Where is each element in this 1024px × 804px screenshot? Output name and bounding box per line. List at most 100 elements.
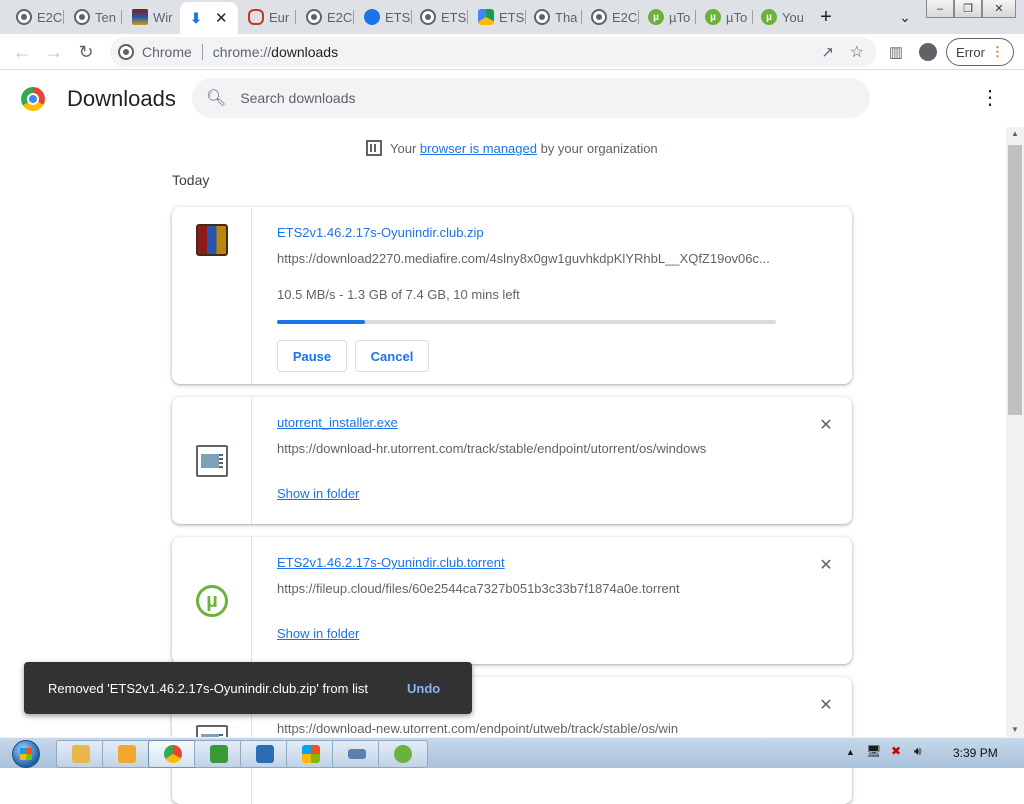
side-panel-icon[interactable]: ▥ [884,40,908,64]
download-url[interactable]: https://download2270.mediafire.com/4slny… [277,251,770,266]
download-url[interactable]: https://fileup.cloud/files/60e2544ca7327… [277,581,680,596]
remove-from-list-icon[interactable]: ✕ [818,555,834,575]
managed-link[interactable]: browser is managed [420,141,537,156]
taskbar-app[interactable] [286,740,336,768]
tab-label: Eur [269,9,290,25]
download-progress-bar [277,320,776,324]
download-filename[interactable]: ETS2v1.46.2.17s-Oyunindir.club.torrent [277,555,505,570]
tab-downloads[interactable]: ⬇ ✕ [180,2,238,34]
tab-7[interactable]: ETS [356,4,412,30]
search-placeholder: Search downloads [240,90,356,106]
tab-10[interactable]: Tha [526,4,582,30]
network-icon[interactable]: 🖥︎ [866,744,881,758]
tab-2[interactable]: Ten [66,4,122,30]
address-bar[interactable]: Chrome chrome://downloads ↗ ☆ [110,37,876,67]
tab-6[interactable]: E2C [298,4,354,30]
show-in-folder-link[interactable]: Show in folder [277,486,359,501]
volume-icon[interactable]: 🔊︎ [914,744,922,759]
tab-label: You [782,9,803,25]
scrollbar-thumb[interactable] [1008,145,1022,415]
share-icon[interactable]: ↗ [821,43,834,61]
download-url[interactable]: https://download-hr.utorrent.com/track/s… [277,441,706,456]
chrome-logo-icon [21,87,45,111]
tab-label: Wir [153,9,173,25]
forward-icon[interactable]: → [42,40,66,64]
globe-icon [591,9,607,25]
tray-expand-icon[interactable]: ▲ [846,747,855,757]
search-icon: 🔍︎ [206,90,227,107]
tab-14[interactable]: µ You [753,4,803,30]
eu-icon [248,9,264,25]
media-player-icon [118,745,136,763]
scroll-up-icon[interactable]: ▲ [1006,127,1024,141]
tab-label: ETS [441,9,467,25]
winrar-archive-icon [196,224,228,256]
start-button[interactable] [6,738,46,769]
tab-search-icon[interactable]: ⌄ [893,6,917,28]
page-scrollbar[interactable]: ▲ ▼ [1006,127,1024,737]
omnibox-url: chrome://downloads [212,44,339,60]
download-filename[interactable]: utorrent_installer.exe [277,415,398,430]
more-actions-icon[interactable]: ⋮ [980,88,1000,108]
utorrent-icon: µ [761,9,777,25]
taskbar-app[interactable] [240,740,290,768]
back-icon[interactable]: ← [10,40,34,64]
taskbar-app[interactable] [194,740,244,768]
downloads-header: Downloads 🔍︎ Search downloads ⋮ [0,71,1006,127]
new-tab-icon[interactable]: + [814,6,838,28]
taskbar-clock[interactable]: 3:39 PM [953,746,998,760]
tab-label: E2C [37,9,63,25]
tab-12[interactable]: µ µTo [640,4,696,30]
tab-9[interactable]: ETS [470,4,526,30]
tab-11[interactable]: E2C [583,4,639,30]
profile-avatar[interactable] [916,40,940,64]
section-date-label: Today [172,172,210,188]
scroll-down-icon[interactable]: ▼ [1006,723,1024,737]
tab-label: µTo [726,9,748,25]
chrome-page-icon [118,44,134,60]
keyboard-icon [348,749,366,759]
close-window-button[interactable]: ✕ [982,0,1016,18]
undo-button[interactable]: Undo [407,681,440,696]
show-in-folder-link[interactable]: Show in folder [277,626,359,641]
pause-button[interactable]: Pause [277,340,347,372]
action-center-icon[interactable]: ✖ [891,744,901,758]
tab-1[interactable]: E2C [8,4,64,30]
tab-13[interactable]: µ µTo [697,4,753,30]
app-green-icon [210,745,228,763]
taskbar-media-player[interactable] [102,740,152,768]
search-input[interactable]: 🔍︎ Search downloads [192,78,870,118]
close-tab-icon[interactable]: ✕ [215,9,228,27]
taskbar-utorrent[interactable] [378,740,428,768]
office-icon [302,745,320,763]
tab-5[interactable]: Eur [240,4,296,30]
windows-logo-icon [12,739,40,768]
tab-label: Ten [95,9,116,25]
cancel-button[interactable]: Cancel [355,340,429,372]
remove-from-list-icon[interactable]: ✕ [818,415,834,435]
taskbar-app[interactable] [332,740,382,768]
tab-label: E2C [612,9,638,25]
utorrent-icon: µ [196,585,228,617]
building-icon [366,140,382,156]
download-status: 10.5 MB/s - 1.3 GB of 7.4 GB, 10 mins le… [277,287,520,302]
download-url[interactable]: https://download-new.utorrent.com/endpoi… [277,721,678,736]
error-menu-button[interactable]: Error ⋮ [946,38,1014,66]
download-item: µ ETS2v1.46.2.17s-Oyunindir.club.torrent… [172,537,852,664]
globe-icon [420,9,436,25]
page-title: Downloads [67,86,176,111]
taskbar-chrome[interactable] [148,740,198,768]
minimize-button[interactable]: – [926,0,954,18]
reload-icon[interactable]: ↻ [74,40,98,64]
download-filename[interactable]: ETS2v1.46.2.17s-Oyunindir.club.zip [277,225,484,240]
globe-icon [306,9,322,25]
taskbar-explorer[interactable] [56,740,106,768]
tab-label: Tha [555,9,578,25]
remove-from-list-icon[interactable]: ✕ [818,695,834,715]
omnibox-brand: Chrome [142,44,192,60]
tab-3[interactable]: Wir [124,4,180,30]
tab-8[interactable]: ETS [412,4,468,30]
restore-button[interactable]: ❐ [954,0,982,18]
bookmark-star-icon[interactable]: ☆ [850,42,864,62]
utorrent-icon: µ [705,9,721,25]
